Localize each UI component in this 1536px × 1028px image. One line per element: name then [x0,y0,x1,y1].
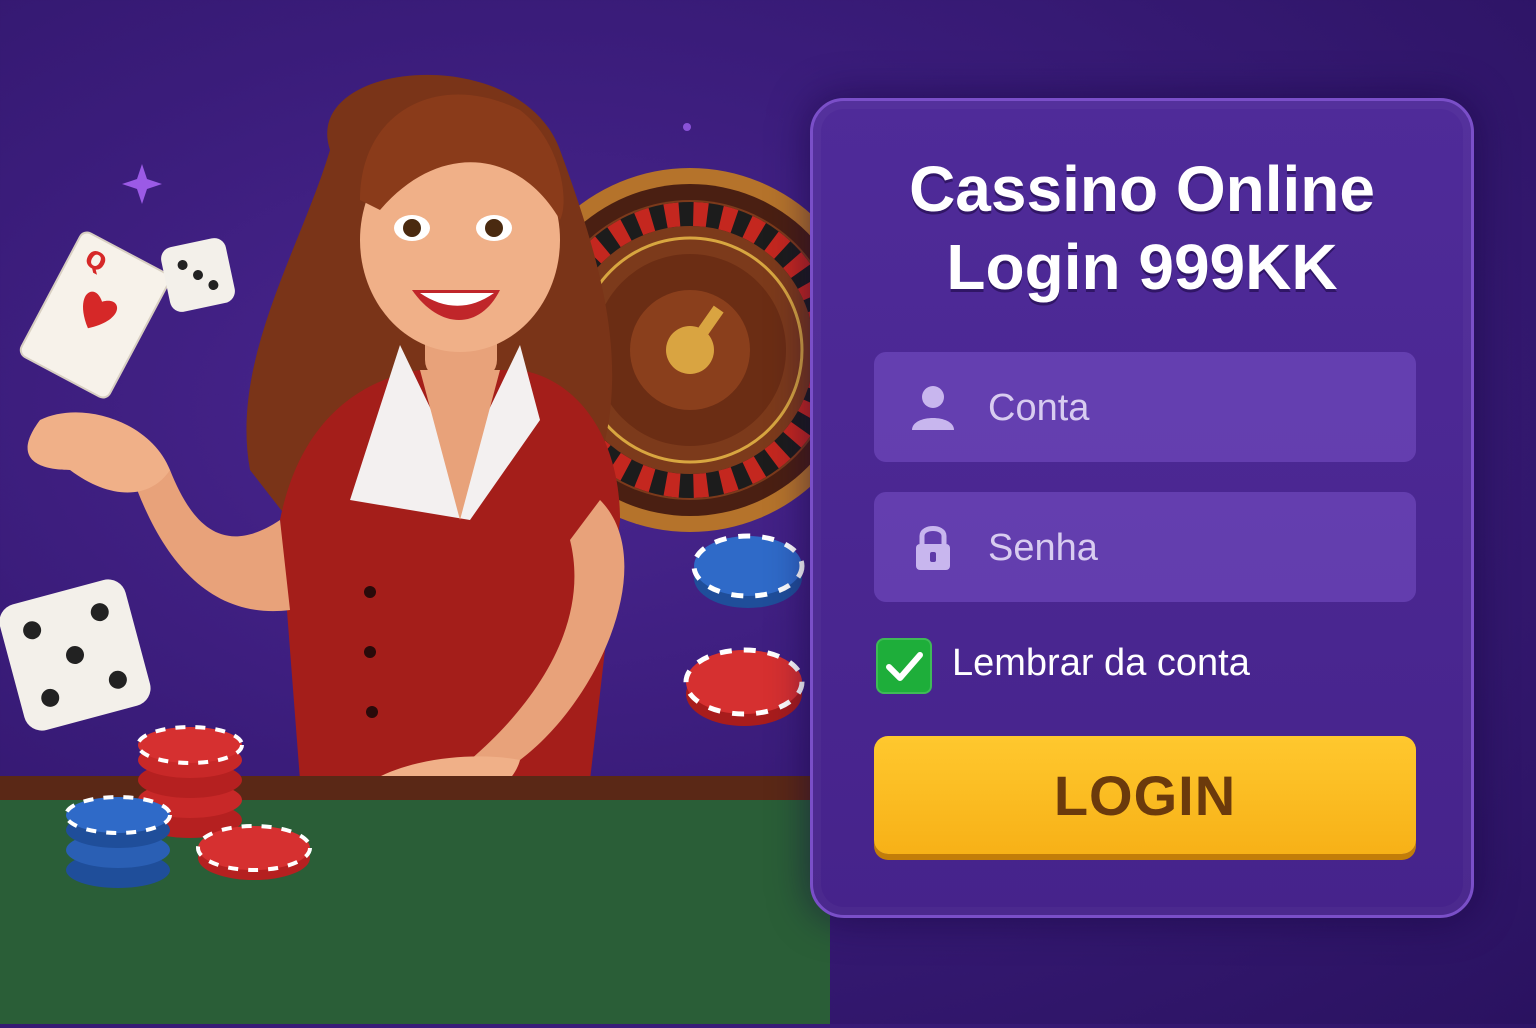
casino-illustration: Q [0,0,872,1024]
playing-card: Q [19,231,171,399]
title-line-2: Login 999KK [946,231,1338,303]
page-title: Cassino Online Login 999KK [810,150,1474,306]
checkmark-icon [886,652,923,681]
dice-small [161,238,235,312]
sparkle-dot-icon [683,123,691,131]
blue-chip-stack [64,795,172,888]
sparkle-icon [122,164,162,204]
remember-label: Lembrar da conta [952,642,1250,684]
floating-blue-chip [691,533,805,608]
dealer-scene-art: Q [0,74,872,1024]
remember-checkbox[interactable] [876,638,932,694]
account-field[interactable] [874,352,1416,464]
login-button[interactable]: LOGIN [874,736,1416,854]
password-input[interactable] [986,492,1400,604]
password-field[interactable] [874,492,1416,604]
account-input[interactable] [986,352,1400,464]
dice-large [0,579,151,731]
table-rail [0,776,810,800]
floating-red-chip [683,647,805,726]
lock-icon [916,526,950,570]
red-chip-single [196,824,312,880]
user-icon [912,386,954,430]
title-line-1: Cassino Online [909,153,1375,225]
dealer-figure [27,74,625,860]
